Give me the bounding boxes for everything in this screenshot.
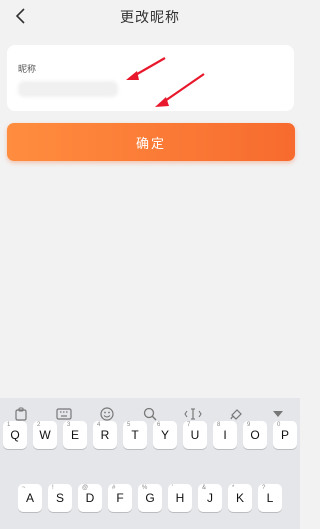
nickname-card: 昵称 <box>7 45 294 111</box>
confirm-button[interactable]: 确定 <box>7 123 295 161</box>
key-q[interactable]: 1Q <box>3 421 27 449</box>
soft-keyboard: 1Q 2W 3E 4R 5T 6Y 7U 8I 9O 0P ~ A ! S @ D #… <box>0 398 300 529</box>
key-l[interactable]: ? L <box>258 484 282 512</box>
nickname-label: 昵称 <box>18 65 37 75</box>
key-o[interactable]: 9O <box>243 421 267 449</box>
key-f[interactable]: # F <box>108 484 132 512</box>
key-j[interactable]: & J <box>198 484 222 512</box>
page-title: 更改昵称 <box>120 10 180 26</box>
key-u[interactable]: 7U <box>183 421 207 449</box>
keyboard-row-2: ~ A ! S @ D # F % G ' H & J * K ? L <box>0 484 300 524</box>
key-y[interactable]: 6Y <box>153 421 177 449</box>
key-p[interactable]: 0P <box>273 421 297 449</box>
key-r[interactable]: 4R <box>93 421 117 449</box>
key-t[interactable]: 5T <box>123 421 147 449</box>
keyboard-row-1: 1Q 2W 3E 4R 5T 6Y 7U 8I 9O 0P <box>0 421 300 461</box>
chevron-left-icon <box>15 8 25 24</box>
key-w[interactable]: 2W <box>33 421 57 449</box>
key-h[interactable]: ' H <box>168 484 192 512</box>
key-s[interactable]: ! S <box>48 484 72 512</box>
key-e[interactable]: 3E <box>63 421 87 449</box>
key-d[interactable]: @ D <box>78 484 102 512</box>
key-k[interactable]: * K <box>228 484 252 512</box>
key-a[interactable]: ~ A <box>18 484 42 512</box>
back-button[interactable] <box>10 5 32 27</box>
key-g[interactable]: % G <box>138 484 162 512</box>
key-i[interactable]: 8I <box>213 421 237 449</box>
nickname-input[interactable] <box>18 81 118 97</box>
top-bar: 更改昵称 <box>0 0 300 34</box>
